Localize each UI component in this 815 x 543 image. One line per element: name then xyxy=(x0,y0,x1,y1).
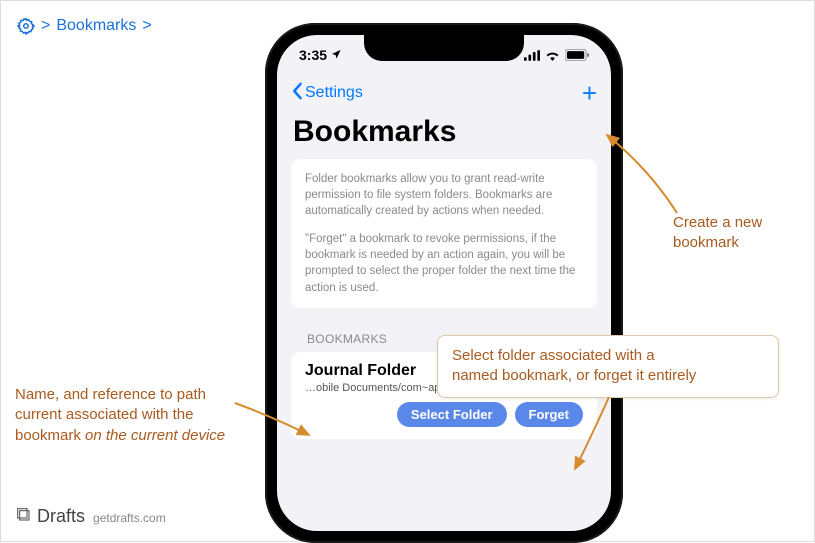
nav-back-button[interactable]: Settings xyxy=(291,82,363,105)
screen-title: Bookmarks xyxy=(277,111,611,159)
info-paragraph: "Forget" a bookmark to revoke permission… xyxy=(305,231,583,295)
location-icon xyxy=(331,47,342,63)
forget-button[interactable]: Forget xyxy=(515,402,583,427)
callout-name: Name, and reference to path current asso… xyxy=(15,385,245,446)
breadcrumb-sep: > xyxy=(41,17,50,35)
phone-notch xyxy=(364,35,524,61)
plus-icon: + xyxy=(582,78,597,108)
callout-create: Create a new bookmark xyxy=(673,213,762,254)
nav-bar: Settings + xyxy=(277,75,611,111)
info-paragraph: Folder bookmarks allow you to grant read… xyxy=(305,171,583,219)
chevron-left-icon xyxy=(291,82,303,105)
footer: Drafts getdrafts.com xyxy=(15,506,166,527)
battery-icon xyxy=(565,49,589,61)
select-folder-button[interactable]: Select Folder xyxy=(397,402,507,427)
breadcrumb[interactable]: > Bookmarks > xyxy=(17,17,152,35)
brand-url: getdrafts.com xyxy=(93,511,166,525)
wifi-icon xyxy=(545,50,560,61)
status-time: 3:35 xyxy=(299,47,327,63)
nav-back-label: Settings xyxy=(305,84,363,102)
info-card: Folder bookmarks allow you to grant read… xyxy=(291,159,597,308)
brand-name: Drafts xyxy=(37,506,85,527)
signal-icon xyxy=(524,50,540,61)
callout-select: Select folder associated with a named bo… xyxy=(437,335,779,398)
breadcrumb-label[interactable]: Bookmarks xyxy=(56,17,136,35)
phone-screen: 3:35 Set xyxy=(277,35,611,531)
phone-frame: 3:35 Set xyxy=(265,23,623,543)
drafts-logo-icon xyxy=(15,506,31,527)
add-bookmark-button[interactable]: + xyxy=(582,80,597,106)
gear-icon xyxy=(17,17,35,35)
breadcrumb-sep: > xyxy=(142,17,151,35)
